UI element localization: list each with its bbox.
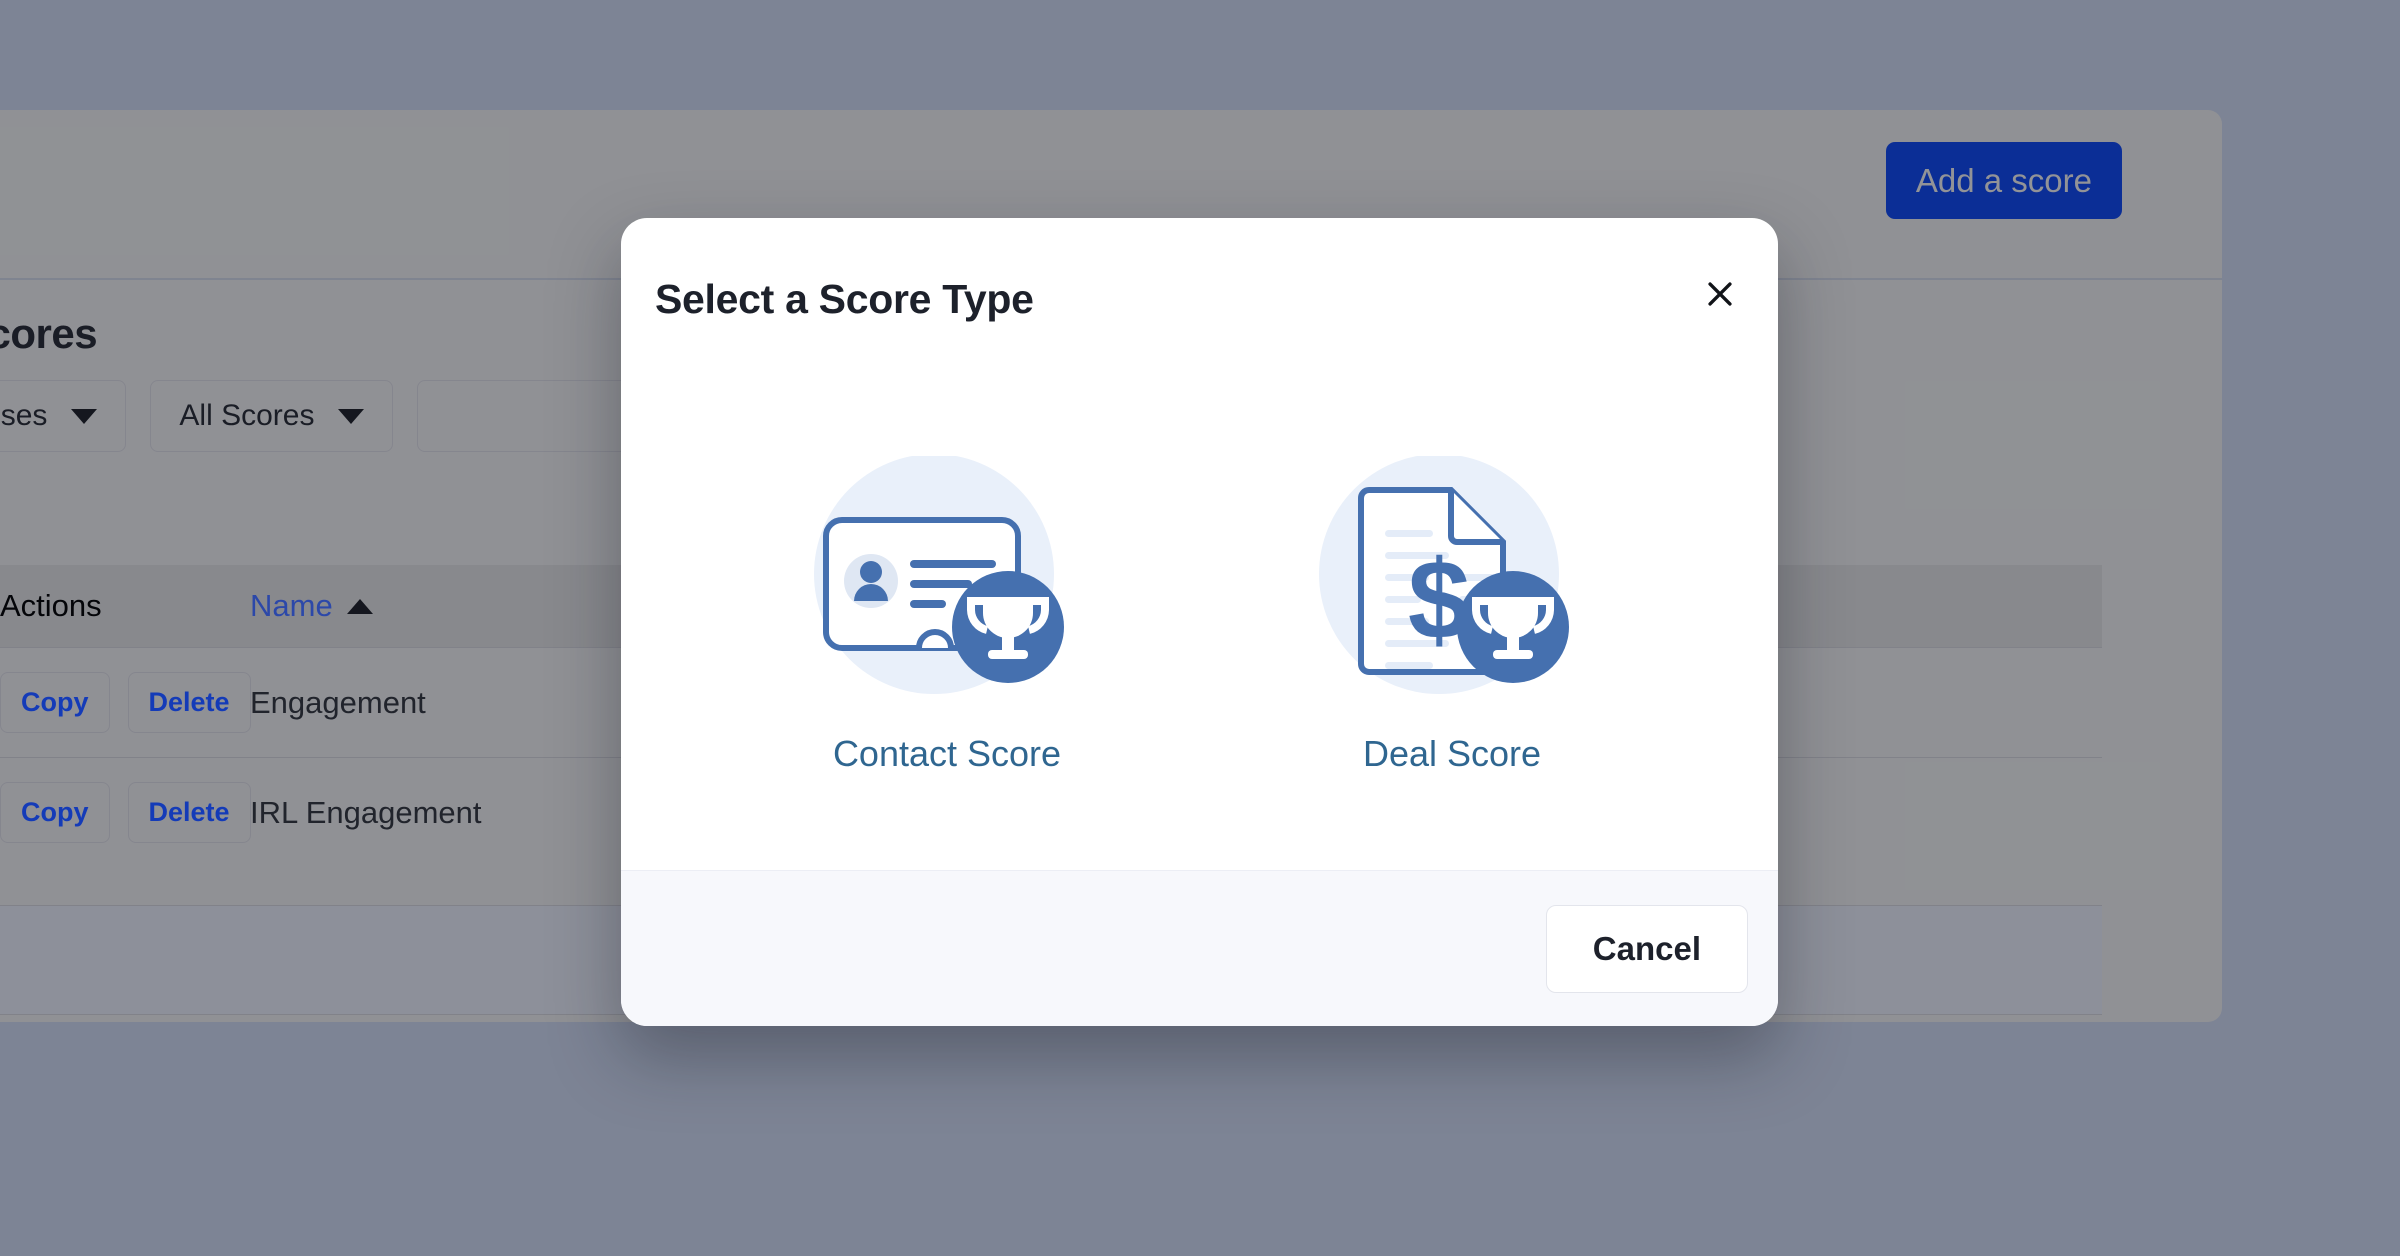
modal-footer: Cancel bbox=[621, 870, 1778, 1026]
modal-overlay[interactable]: Select a Score Type Contact Score $ Deal… bbox=[0, 0, 2400, 1256]
score-type-options: Contact Score $ Deal Score bbox=[621, 346, 1778, 870]
deal-score-option[interactable]: $ Deal Score bbox=[1287, 454, 1617, 775]
select-score-type-modal: Select a Score Type Contact Score $ Deal… bbox=[621, 218, 1778, 1026]
modal-header: Select a Score Type bbox=[621, 218, 1778, 346]
deal-score-label: Deal Score bbox=[1362, 733, 1542, 774]
contact-score-label: Contact Score bbox=[832, 733, 1062, 774]
document-dollar-trophy-icon: $ bbox=[1291, 454, 1613, 701]
modal-title: Select a Score Type bbox=[655, 276, 1034, 322]
contact-score-option[interactable]: Contact Score bbox=[782, 454, 1112, 775]
close-icon[interactable] bbox=[1692, 266, 1748, 322]
contact-card-trophy-icon bbox=[786, 454, 1108, 701]
cancel-button[interactable]: Cancel bbox=[1545, 904, 1748, 993]
